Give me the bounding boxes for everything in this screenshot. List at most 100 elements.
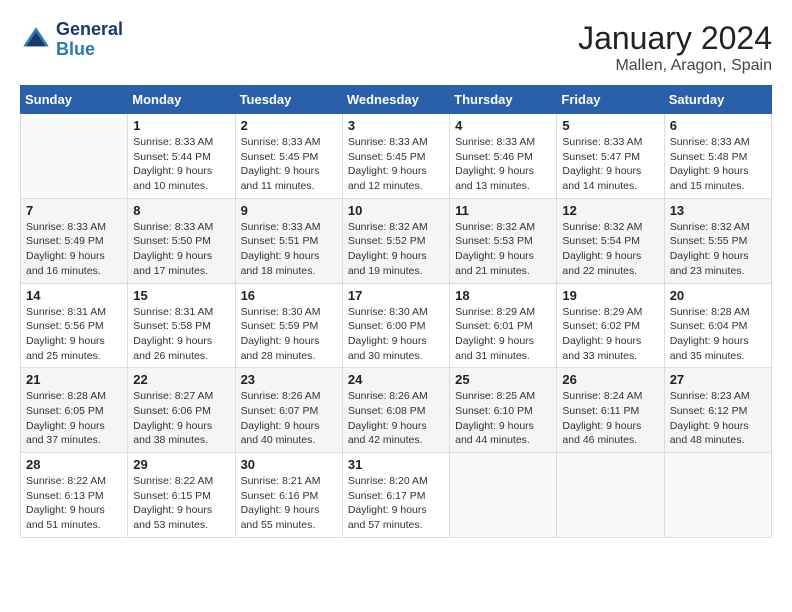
- logo-text: General Blue: [56, 20, 123, 60]
- calendar-week-5: 28 Sunrise: 8:22 AMSunset: 6:13 PMDayligh…: [21, 453, 772, 538]
- day-number: 24: [348, 372, 444, 387]
- day-info: Sunrise: 8:24 AMSunset: 6:11 PMDaylight:…: [562, 389, 658, 448]
- header-day-thursday: Thursday: [450, 86, 557, 114]
- day-number: 25: [455, 372, 551, 387]
- day-info: Sunrise: 8:33 AMSunset: 5:46 PMDaylight:…: [455, 135, 551, 194]
- calendar-cell: 6 Sunrise: 8:33 AMSunset: 5:48 PMDaylight…: [664, 114, 771, 199]
- day-info: Sunrise: 8:22 AMSunset: 6:13 PMDaylight:…: [26, 474, 122, 533]
- day-info: Sunrise: 8:33 AMSunset: 5:48 PMDaylight:…: [670, 135, 766, 194]
- calendar-cell: 18Sunrise: 8:29 AMSunset: 6:01 PMDayligh…: [450, 283, 557, 368]
- day-info: Sunrise: 8:29 AMSunset: 6:01 PMDaylight:…: [455, 305, 551, 364]
- day-info: Sunrise: 8:31 AMSunset: 5:58 PMDaylight:…: [133, 305, 229, 364]
- day-number: 1: [133, 118, 229, 133]
- day-info: Sunrise: 8:31 AMSunset: 5:56 PMDaylight:…: [26, 305, 122, 364]
- header-day-monday: Monday: [128, 86, 235, 114]
- calendar-cell: [557, 453, 664, 538]
- calendar-body: 1 Sunrise: 8:33 AMSunset: 5:44 PMDaylight…: [21, 114, 772, 538]
- day-info: Sunrise: 8:21 AMSunset: 6:16 PMDaylight:…: [241, 474, 337, 533]
- day-number: 29: [133, 457, 229, 472]
- day-number: 22: [133, 372, 229, 387]
- day-number: 31: [348, 457, 444, 472]
- day-number: 27: [670, 372, 766, 387]
- day-number: 10: [348, 203, 444, 218]
- day-info: Sunrise: 8:30 AMSunset: 6:00 PMDaylight:…: [348, 305, 444, 364]
- logo-icon: [20, 24, 52, 56]
- day-info: Sunrise: 8:33 AMSunset: 5:50 PMDaylight:…: [133, 220, 229, 279]
- header-day-friday: Friday: [557, 86, 664, 114]
- calendar-cell: 3 Sunrise: 8:33 AMSunset: 5:45 PMDaylight…: [342, 114, 449, 199]
- day-number: 15: [133, 288, 229, 303]
- calendar-cell: 12 Sunrise: 8:32 AMSunset: 5:54 PMDayligh…: [557, 198, 664, 283]
- day-number: 6: [670, 118, 766, 133]
- day-number: 16: [241, 288, 337, 303]
- header-day-tuesday: Tuesday: [235, 86, 342, 114]
- calendar-cell: 14 Sunrise: 8:31 AMSunset: 5:56 PMDayligh…: [21, 283, 128, 368]
- calendar-cell: 1 Sunrise: 8:33 AMSunset: 5:44 PMDaylight…: [128, 114, 235, 199]
- day-info: Sunrise: 8:25 AMSunset: 6:10 PMDaylight:…: [455, 389, 551, 448]
- calendar-cell: 24 Sunrise: 8:26 AMSunset: 6:08 PMDayligh…: [342, 368, 449, 453]
- header-row: SundayMondayTuesdayWednesdayThursdayFrid…: [21, 86, 772, 114]
- header-day-saturday: Saturday: [664, 86, 771, 114]
- day-number: 19: [562, 288, 658, 303]
- day-info: Sunrise: 8:30 AMSunset: 5:59 PMDaylight:…: [241, 305, 337, 364]
- day-number: 7: [26, 203, 122, 218]
- day-info: Sunrise: 8:32 AMSunset: 5:53 PMDaylight:…: [455, 220, 551, 279]
- calendar-cell: 23 Sunrise: 8:26 AMSunset: 6:07 PMDayligh…: [235, 368, 342, 453]
- day-info: Sunrise: 8:26 AMSunset: 6:07 PMDaylight:…: [241, 389, 337, 448]
- calendar-cell: 11Sunrise: 8:32 AMSunset: 5:53 PMDayligh…: [450, 198, 557, 283]
- day-number: 8: [133, 203, 229, 218]
- calendar-cell: 20 Sunrise: 8:28 AMSunset: 6:04 PMDayligh…: [664, 283, 771, 368]
- calendar-cell: [664, 453, 771, 538]
- calendar-cell: 4Sunrise: 8:33 AMSunset: 5:46 PMDaylight…: [450, 114, 557, 199]
- day-info: Sunrise: 8:33 AMSunset: 5:51 PMDaylight:…: [241, 220, 337, 279]
- day-info: Sunrise: 8:29 AMSunset: 6:02 PMDaylight:…: [562, 305, 658, 364]
- day-number: 5: [562, 118, 658, 133]
- calendar-cell: 31Sunrise: 8:20 AMSunset: 6:17 PMDayligh…: [342, 453, 449, 538]
- day-info: Sunrise: 8:26 AMSunset: 6:08 PMDaylight:…: [348, 389, 444, 448]
- header: General Blue January 2024 Mallen, Aragon…: [20, 20, 772, 75]
- calendar-cell: 10 Sunrise: 8:32 AMSunset: 5:52 PMDayligh…: [342, 198, 449, 283]
- day-number: 21: [26, 372, 122, 387]
- day-number: 3: [348, 118, 444, 133]
- day-info: Sunrise: 8:28 AMSunset: 6:04 PMDaylight:…: [670, 305, 766, 364]
- day-info: Sunrise: 8:33 AMSunset: 5:45 PMDaylight:…: [241, 135, 337, 194]
- day-info: Sunrise: 8:33 AMSunset: 5:44 PMDaylight:…: [133, 135, 229, 194]
- calendar-cell: 9Sunrise: 8:33 AMSunset: 5:51 PMDaylight…: [235, 198, 342, 283]
- calendar-cell: 26 Sunrise: 8:24 AMSunset: 6:11 PMDayligh…: [557, 368, 664, 453]
- day-number: 12: [562, 203, 658, 218]
- calendar-cell: 28 Sunrise: 8:22 AMSunset: 6:13 PMDayligh…: [21, 453, 128, 538]
- calendar-week-2: 7Sunrise: 8:33 AMSunset: 5:49 PMDaylight…: [21, 198, 772, 283]
- calendar-cell: 22 Sunrise: 8:27 AMSunset: 6:06 PMDayligh…: [128, 368, 235, 453]
- calendar-cell: 17 Sunrise: 8:30 AMSunset: 6:00 PMDayligh…: [342, 283, 449, 368]
- calendar-cell: 16 Sunrise: 8:30 AMSunset: 5:59 PMDayligh…: [235, 283, 342, 368]
- calendar-cell: 8 Sunrise: 8:33 AMSunset: 5:50 PMDaylight…: [128, 198, 235, 283]
- calendar-header: SundayMondayTuesdayWednesdayThursdayFrid…: [21, 86, 772, 114]
- calendar-cell: 7Sunrise: 8:33 AMSunset: 5:49 PMDaylight…: [21, 198, 128, 283]
- day-number: 23: [241, 372, 337, 387]
- calendar-cell: 30 Sunrise: 8:21 AMSunset: 6:16 PMDayligh…: [235, 453, 342, 538]
- day-number: 26: [562, 372, 658, 387]
- calendar-week-3: 14 Sunrise: 8:31 AMSunset: 5:56 PMDayligh…: [21, 283, 772, 368]
- calendar-cell: 13Sunrise: 8:32 AMSunset: 5:55 PMDayligh…: [664, 198, 771, 283]
- day-info: Sunrise: 8:23 AMSunset: 6:12 PMDaylight:…: [670, 389, 766, 448]
- day-info: Sunrise: 8:22 AMSunset: 6:15 PMDaylight:…: [133, 474, 229, 533]
- day-number: 14: [26, 288, 122, 303]
- calendar-table: SundayMondayTuesdayWednesdayThursdayFrid…: [20, 85, 772, 538]
- title-area: January 2024 Mallen, Aragon, Spain: [578, 20, 772, 75]
- day-info: Sunrise: 8:33 AMSunset: 5:47 PMDaylight:…: [562, 135, 658, 194]
- calendar-week-4: 21 Sunrise: 8:28 AMSunset: 6:05 PMDayligh…: [21, 368, 772, 453]
- calendar-cell: 19 Sunrise: 8:29 AMSunset: 6:02 PMDayligh…: [557, 283, 664, 368]
- day-number: 30: [241, 457, 337, 472]
- day-number: 17: [348, 288, 444, 303]
- day-info: Sunrise: 8:33 AMSunset: 5:45 PMDaylight:…: [348, 135, 444, 194]
- month-title: January 2024: [578, 20, 772, 57]
- calendar-week-1: 1 Sunrise: 8:33 AMSunset: 5:44 PMDaylight…: [21, 114, 772, 199]
- calendar-cell: 25 Sunrise: 8:25 AMSunset: 6:10 PMDayligh…: [450, 368, 557, 453]
- day-info: Sunrise: 8:28 AMSunset: 6:05 PMDaylight:…: [26, 389, 122, 448]
- day-number: 20: [670, 288, 766, 303]
- day-info: Sunrise: 8:27 AMSunset: 6:06 PMDaylight:…: [133, 389, 229, 448]
- day-info: Sunrise: 8:32 AMSunset: 5:52 PMDaylight:…: [348, 220, 444, 279]
- day-info: Sunrise: 8:32 AMSunset: 5:54 PMDaylight:…: [562, 220, 658, 279]
- logo: General Blue: [20, 20, 123, 60]
- day-number: 28: [26, 457, 122, 472]
